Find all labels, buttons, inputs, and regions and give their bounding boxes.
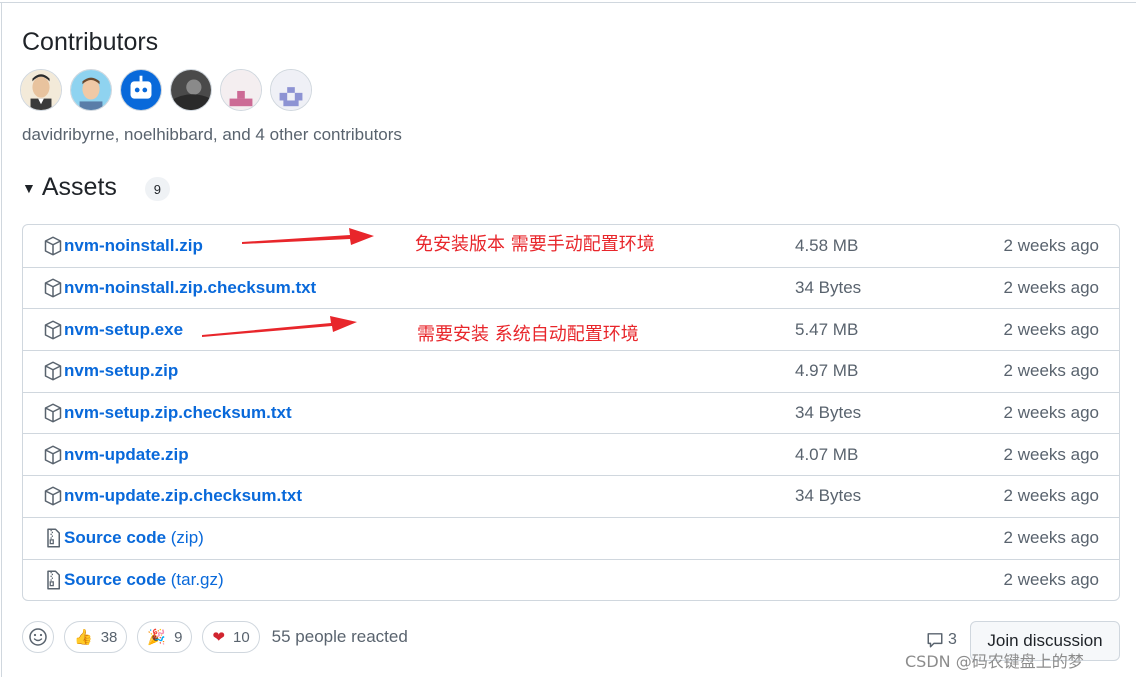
asset-row: Source code (zip) 2 weeks ago	[23, 516, 1119, 559]
asset-time: 2 weeks ago	[1003, 235, 1099, 255]
caret-down-icon[interactable]: ▼	[22, 180, 36, 196]
package-icon	[44, 320, 62, 340]
package-icon	[44, 486, 62, 506]
asset-size: 4.58 MB	[795, 235, 859, 255]
release-assets-panel: Contributors davidribyrne, noelhibbard, …	[0, 0, 1136, 677]
asset-link[interactable]: Source code (tar.gz)	[64, 570, 224, 590]
reaction-count: 9	[174, 628, 183, 646]
annotation-arrow-icon	[202, 316, 357, 337]
asset-size: 34 Bytes	[795, 278, 862, 298]
left-divider	[1, 2, 2, 677]
avatar-identicon-pink[interactable]	[220, 69, 262, 111]
asset-time: 2 weeks ago	[1003, 528, 1099, 548]
discussion-count[interactable]: 3	[926, 631, 957, 649]
asset-time: 2 weeks ago	[1003, 403, 1099, 423]
asset-time: 2 weeks ago	[1003, 569, 1099, 589]
annotation-arrow-icon	[242, 228, 374, 245]
asset-link[interactable]: Source code (zip)	[64, 528, 204, 548]
asset-time: 2 weeks ago	[1003, 361, 1099, 381]
package-icon	[44, 278, 62, 298]
reactions-summary: 55 people reacted	[271, 627, 408, 646]
asset-row: nvm-setup.zip.checksum.txt 34 Bytes 2 we…	[23, 391, 1119, 434]
avatar-cartoon[interactable]	[20, 69, 62, 111]
asset-size: 34 Bytes	[795, 486, 862, 506]
reactions-bar: 👍 38 🎉 9 ❤ 10 55 people reacted	[22, 621, 408, 653]
asset-size: 5.47 MB	[795, 319, 859, 339]
asset-link[interactable]: nvm-noinstall.zip.checksum.txt	[64, 278, 316, 298]
package-icon	[44, 361, 62, 381]
asset-row: Source code (tar.gz) 2 weeks ago	[23, 558, 1119, 601]
contributors-title: Contributors	[22, 28, 159, 56]
package-icon	[44, 403, 62, 423]
contributor-avatars	[20, 69, 312, 111]
package-icon	[44, 445, 62, 465]
asset-link[interactable]: nvm-setup.exe	[64, 320, 183, 340]
reaction-count: 10	[232, 628, 250, 646]
top-divider	[0, 2, 1136, 3]
file-zip-icon	[47, 570, 60, 590]
avatar-identicon-purple[interactable]	[270, 69, 312, 111]
asset-link[interactable]: nvm-setup.zip	[64, 361, 178, 381]
reaction-thumbs-up-button[interactable]: 👍 38	[64, 621, 128, 653]
heart-icon: ❤	[212, 628, 225, 646]
asset-time: 2 weeks ago	[1003, 486, 1099, 506]
asset-row: nvm-setup.zip 4.97 MB 2 weeks ago	[23, 350, 1119, 392]
asset-size: 4.97 MB	[795, 361, 859, 381]
asset-row: nvm-update.zip.checksum.txt 34 Bytes 2 w…	[23, 475, 1119, 517]
package-icon	[44, 236, 62, 256]
reaction-heart-button[interactable]: ❤ 10	[202, 621, 260, 653]
file-zip-icon	[47, 528, 60, 548]
assets-count-badge: 9	[144, 177, 170, 201]
avatar-dark[interactable]	[170, 69, 212, 111]
assets-header[interactable]: ▼ Assets 9	[22, 173, 170, 202]
asset-time: 2 weeks ago	[1003, 444, 1099, 464]
comment-icon	[927, 633, 943, 648]
add-reaction-button[interactable]	[22, 621, 54, 653]
asset-time: 2 weeks ago	[1003, 278, 1099, 298]
avatar-photo[interactable]	[70, 69, 112, 111]
asset-row: nvm-noinstall.zip.checksum.txt 34 Bytes …	[23, 266, 1119, 309]
watermark: CSDN @码农键盘上的梦	[905, 652, 1084, 671]
avatar-bot[interactable]	[120, 69, 162, 111]
asset-time: 2 weeks ago	[1003, 319, 1099, 339]
annotation-setup: 需要安装 系统自动配置环境	[417, 324, 639, 345]
asset-row: nvm-update.zip 4.07 MB 2 weeks ago	[23, 433, 1119, 475]
annotation-noinstall: 免安装版本 需要手动配置环境	[415, 234, 655, 255]
assets-list: nvm-noinstall.zip 4.58 MB 2 weeks ago nv…	[22, 224, 1120, 601]
contributors-summary: davidribyrne, noelhibbard, and 4 other c…	[22, 125, 402, 144]
asset-size: 4.07 MB	[795, 444, 859, 464]
assets-title: Assets	[41, 173, 117, 201]
reaction-count: 38	[100, 628, 118, 646]
asset-link[interactable]: nvm-update.zip	[64, 445, 189, 465]
asset-size: 34 Bytes	[795, 403, 862, 423]
tada-icon: 🎉	[147, 628, 167, 646]
asset-link[interactable]: nvm-setup.zip.checksum.txt	[64, 403, 292, 423]
reaction-tada-button[interactable]: 🎉 9	[137, 621, 193, 653]
asset-link[interactable]: nvm-update.zip.checksum.txt	[64, 486, 302, 506]
asset-link[interactable]: nvm-noinstall.zip	[64, 236, 203, 256]
smiley-icon	[29, 628, 47, 646]
thumbs-up-icon: 👍	[74, 628, 93, 646]
